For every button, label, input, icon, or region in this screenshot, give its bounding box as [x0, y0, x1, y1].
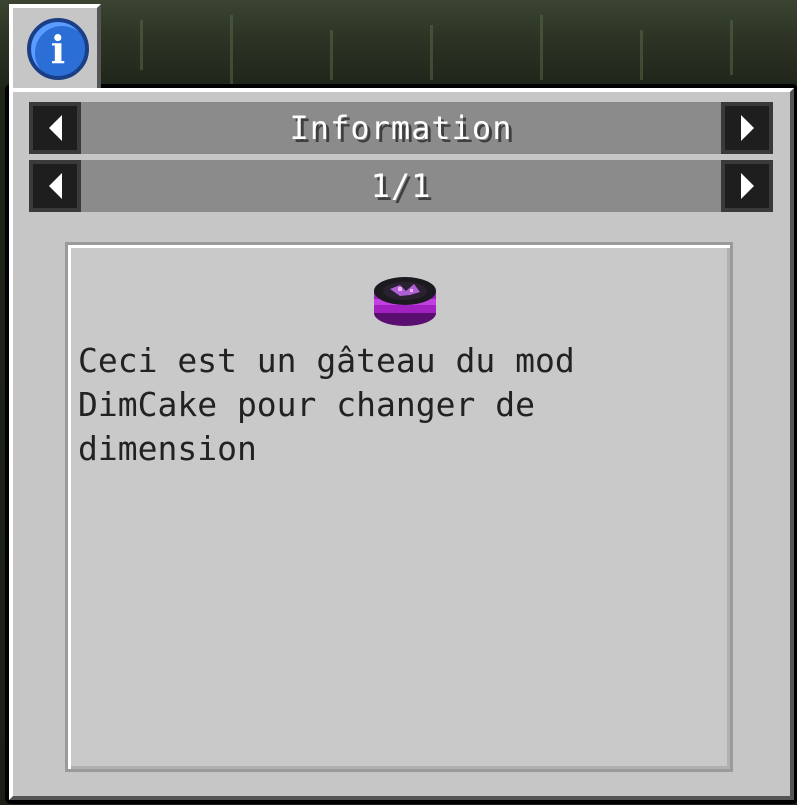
page-indicator: 1/1 — [370, 167, 432, 205]
category-prev-button[interactable] — [29, 102, 81, 154]
page-prev-button[interactable] — [29, 160, 81, 212]
arrow-right-icon — [740, 115, 754, 141]
info-icon: i — [27, 18, 89, 80]
information-panel: Information 1/1 Ceci est un gâteau du mo… — [9, 88, 794, 800]
page-next-button[interactable] — [721, 160, 773, 212]
arrow-left-icon — [48, 115, 62, 141]
page-selector: 1/1 — [29, 160, 773, 212]
info-description: Ceci est un gâteau du mod DimCake pour c… — [78, 341, 575, 468]
dimcake-icon — [374, 277, 436, 326]
category-title: Information — [289, 109, 513, 147]
category-selector: Information — [29, 102, 773, 154]
info-glyph: i — [50, 26, 66, 72]
arrow-left-icon — [48, 173, 62, 199]
arrow-right-icon — [740, 173, 754, 199]
info-content-box: Ceci est un gâteau du mod DimCake pour c… — [65, 242, 733, 772]
category-next-button[interactable] — [721, 102, 773, 154]
tab-information[interactable]: i — [9, 4, 101, 100]
